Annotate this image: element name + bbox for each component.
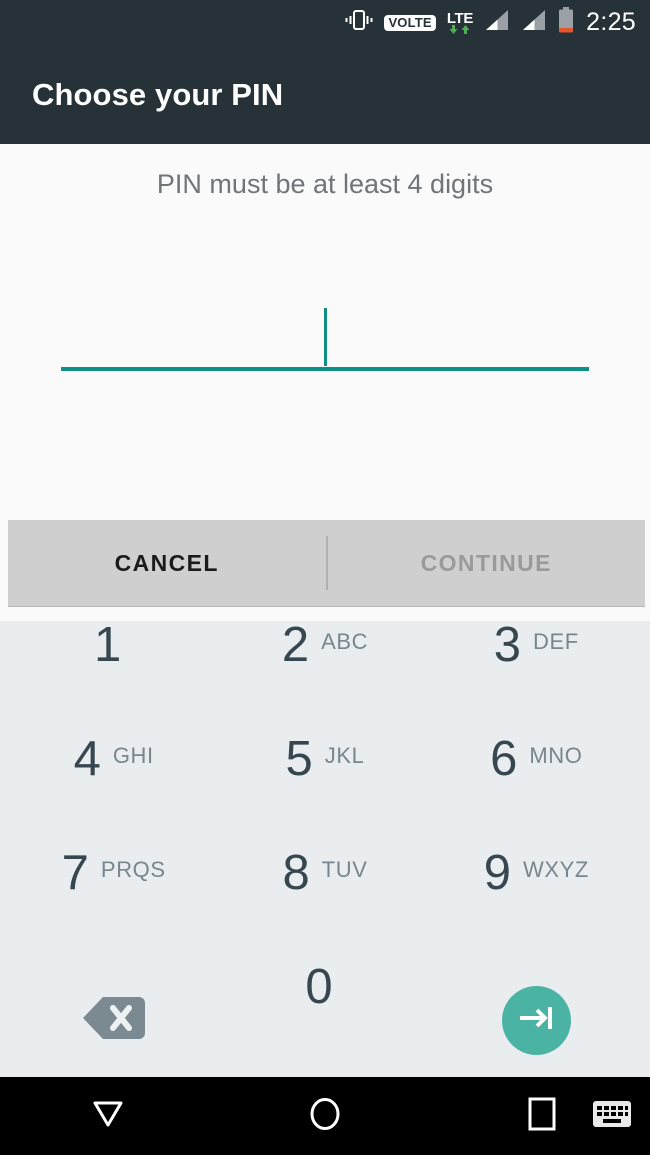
numeric-keypad: 1 2 ABC 3 DEF 4 GHI 5 JKL 6 MNO 7 PRQS 8 bbox=[0, 621, 650, 1077]
next-key[interactable] bbox=[431, 963, 642, 1077]
key-digit: 5 bbox=[285, 732, 313, 786]
app-header: Choose your PIN bbox=[0, 45, 650, 144]
backspace-key[interactable] bbox=[8, 963, 219, 1077]
key-digit: 4 bbox=[73, 732, 101, 786]
key-9[interactable]: 9 WXYZ bbox=[431, 849, 642, 963]
key-digit: 0 bbox=[305, 960, 333, 1014]
key-digit: 9 bbox=[483, 846, 511, 900]
nav-keyboard-switch-button[interactable] bbox=[592, 1077, 632, 1155]
android-screen: VOLTE LTE 2:25 Choose your PIN PIN must … bbox=[0, 0, 650, 1155]
cancel-button[interactable]: CANCEL bbox=[8, 520, 326, 606]
page-title: Choose your PIN bbox=[32, 76, 284, 112]
nav-back-button[interactable] bbox=[0, 1097, 217, 1136]
status-icons: VOLTE LTE bbox=[345, 7, 574, 38]
lte-indicator: LTE bbox=[447, 11, 473, 35]
key-2[interactable]: 2 ABC bbox=[219, 621, 430, 735]
recents-square-icon bbox=[525, 1096, 559, 1137]
key-6[interactable]: 6 MNO bbox=[431, 735, 642, 849]
key-7[interactable]: 7 PRQS bbox=[8, 849, 219, 963]
key-4[interactable]: 4 GHI bbox=[8, 735, 219, 849]
key-letters: JKL bbox=[324, 743, 365, 768]
collapse-keyboard-icon bbox=[87, 1097, 129, 1136]
key-letters: DEF bbox=[533, 629, 579, 654]
status-bar: VOLTE LTE 2:25 bbox=[0, 0, 650, 45]
arrow-next-icon bbox=[516, 1002, 556, 1039]
continue-button[interactable]: CONTINUE bbox=[328, 520, 646, 606]
key-digit: 2 bbox=[281, 618, 310, 672]
next-button[interactable] bbox=[501, 985, 571, 1055]
nav-home-button[interactable] bbox=[217, 1095, 434, 1138]
key-letters: TUV bbox=[321, 857, 368, 882]
key-digit: 3 bbox=[493, 618, 522, 672]
key-5[interactable]: 5 JKL bbox=[219, 735, 430, 849]
home-circle-icon bbox=[306, 1095, 344, 1138]
key-3[interactable]: 3 DEF bbox=[431, 621, 642, 735]
navigation-bar bbox=[0, 1077, 650, 1155]
key-digit: 8 bbox=[282, 846, 310, 900]
battery-low-icon bbox=[558, 7, 574, 38]
data-transfer-arrows-icon bbox=[448, 24, 471, 35]
key-digit: 1 bbox=[94, 618, 122, 672]
key-letters: WXYZ bbox=[522, 857, 589, 882]
key-8[interactable]: 8 TUV bbox=[219, 849, 430, 963]
content-area: PIN must be at least 4 digits CANCEL CON… bbox=[0, 144, 650, 621]
vibrate-icon bbox=[345, 9, 373, 36]
key-1[interactable]: 1 bbox=[8, 621, 219, 735]
pin-input[interactable] bbox=[61, 307, 589, 371]
key-letters: GHI bbox=[112, 743, 154, 768]
key-letters: MNO bbox=[529, 743, 583, 768]
key-digit: 7 bbox=[61, 846, 89, 900]
pin-hint-text: PIN must be at least 4 digits bbox=[156, 169, 494, 199]
status-clock: 2:25 bbox=[586, 8, 636, 36]
key-digit: 6 bbox=[490, 732, 518, 786]
volte-badge: VOLTE bbox=[384, 14, 436, 31]
signal-bars-icon bbox=[521, 9, 547, 36]
key-letters: PRQS bbox=[100, 857, 166, 882]
backspace-icon bbox=[81, 995, 147, 1046]
action-bar: CANCEL CONTINUE bbox=[8, 520, 645, 607]
signal-bars-icon bbox=[484, 9, 510, 36]
key-0[interactable]: 0 bbox=[219, 963, 430, 1077]
keyboard-switch-icon bbox=[592, 1099, 632, 1134]
text-caret bbox=[323, 308, 327, 366]
key-letters: ABC bbox=[321, 629, 369, 654]
